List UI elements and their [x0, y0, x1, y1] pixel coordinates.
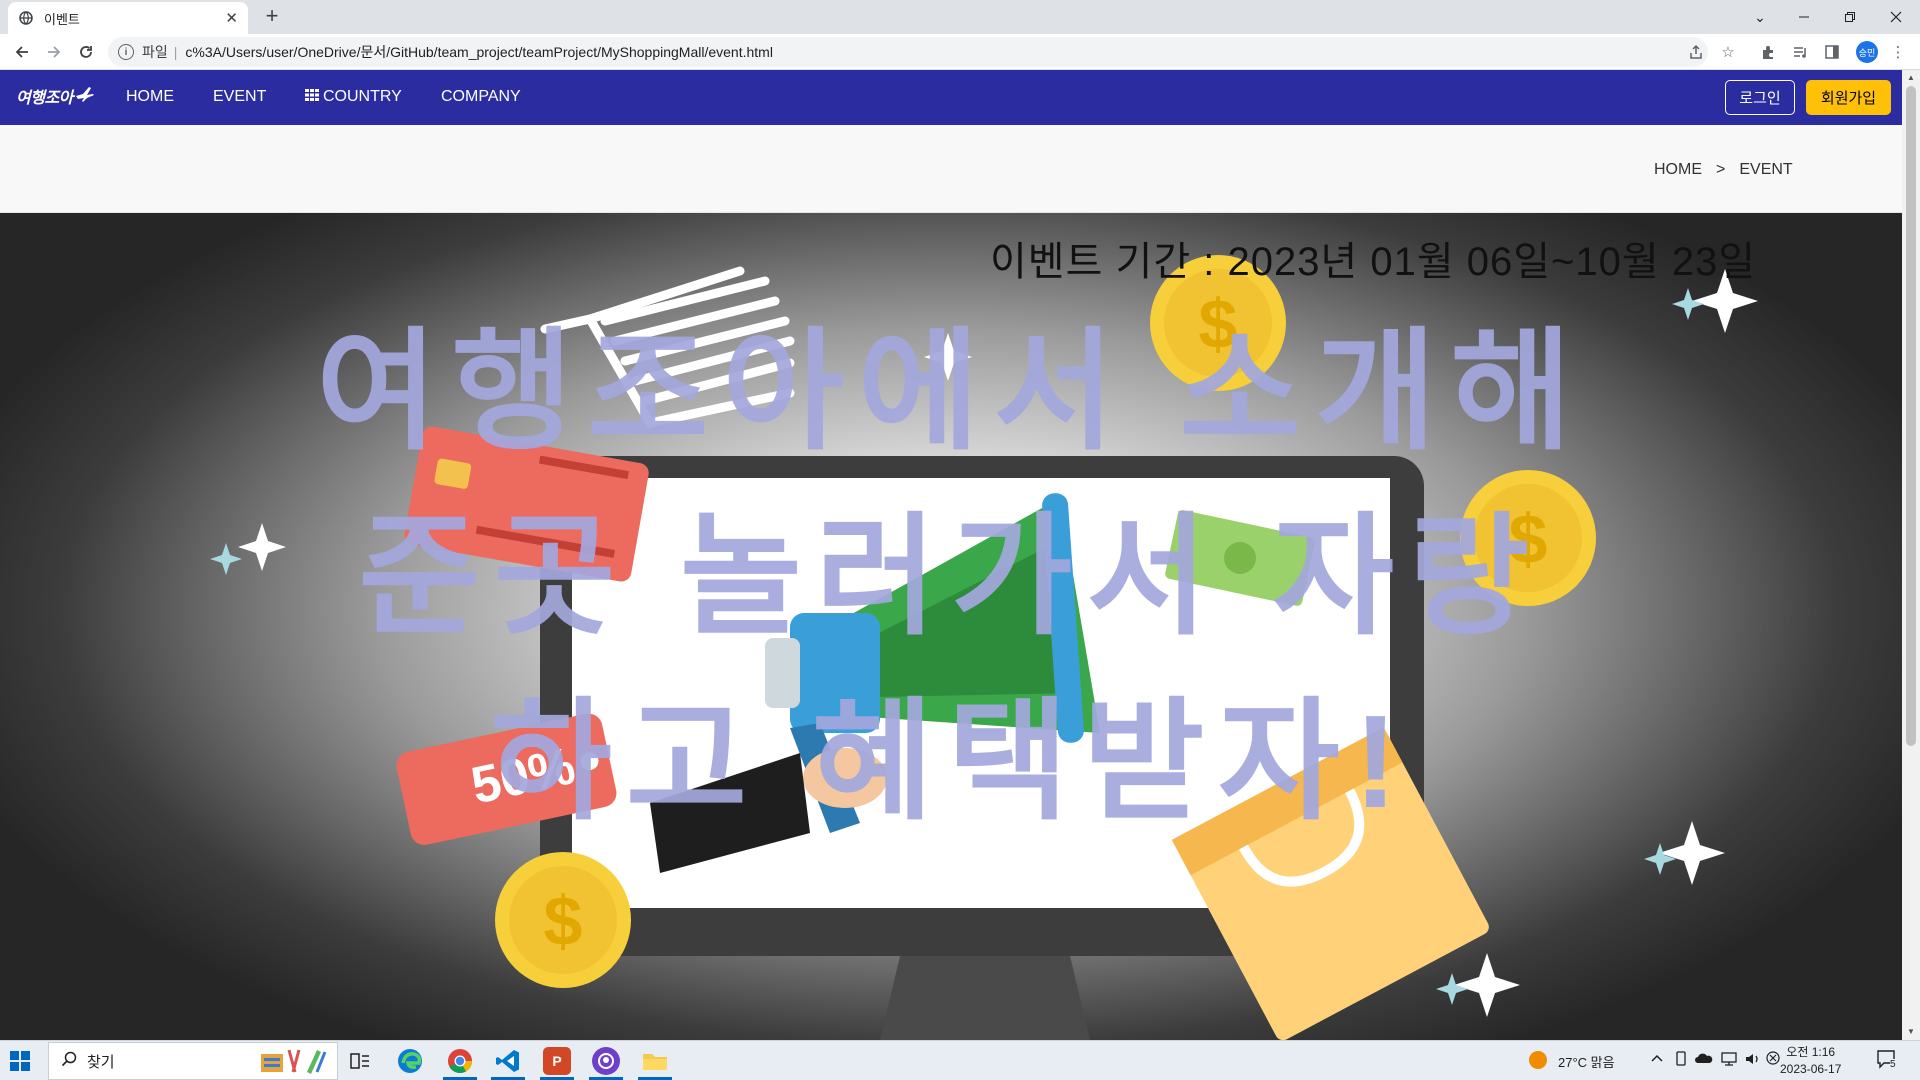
menu-dots-icon[interactable]: ⋮ — [1888, 42, 1908, 62]
grid-icon — [305, 88, 319, 106]
taskbar-search[interactable]: 찾기 — [48, 1042, 338, 1080]
notification-center-icon[interactable]: 5 — [1876, 1049, 1900, 1071]
close-window-icon[interactable] — [1882, 4, 1910, 30]
tab-title: 이벤트 — [44, 11, 80, 27]
nav-event[interactable]: EVENT — [213, 88, 266, 106]
svg-text:$: $ — [544, 882, 583, 960]
scrollbar-thumb[interactable] — [1906, 86, 1916, 746]
address-bar[interactable]: i 파일 | c%3A/Users/user/OneDrive/문서/GitHu… — [108, 37, 1708, 67]
side-panel-icon[interactable] — [1822, 42, 1842, 62]
logo-text: 여행조아 — [16, 90, 73, 107]
nav-country-label: COUNTRY — [323, 88, 402, 105]
site-navbar: 여행조아 HOME EVENT COUNTRY COMPANY 로그인 회원가입 — [0, 70, 1902, 125]
tab-search-icon[interactable]: ⌄ — [1746, 4, 1774, 30]
powerpoint-icon[interactable]: P — [543, 1047, 571, 1075]
site-logo[interactable]: 여행조아 — [16, 84, 95, 108]
nav-home[interactable]: HOME — [126, 88, 174, 106]
media-queue-icon[interactable] — [1790, 42, 1810, 62]
restore-icon[interactable] — [1836, 4, 1864, 30]
minimize-icon[interactable] — [1790, 4, 1818, 30]
browser-tabstrip: 이벤트 ✕ + ⌄ — [0, 0, 1920, 34]
extensions-icon[interactable] — [1758, 42, 1778, 62]
weather-text[interactable]: 27°C 맑음 — [1558, 1052, 1615, 1071]
task-view-icon[interactable] — [346, 1047, 374, 1075]
vscode-icon[interactable] — [494, 1047, 522, 1075]
tray-chevron-up-icon[interactable] — [1650, 1051, 1664, 1068]
reload-icon[interactable] — [74, 40, 98, 64]
event-banner: 50% $ $ $ 이벤트 기간: 2023년 01월 06일~10월 23일… — [0, 213, 1902, 1040]
airplane-icon — [75, 86, 95, 107]
scroll-down-icon[interactable]: ▼ — [1902, 1024, 1920, 1040]
info-icon[interactable]: i — [118, 44, 134, 60]
signup-button[interactable]: 회원가입 — [1806, 80, 1891, 115]
address-url[interactable]: c%3A/Users/user/OneDrive/문서/GitHub/team_… — [185, 42, 773, 62]
bookmark-star-icon[interactable]: ☆ — [1718, 42, 1738, 62]
headline-line-1: 여행조아에서 소개해 — [316, 318, 1586, 465]
windows-taskbar: 찾기 P 27°C 맑음 오전 1:16 2023-06-17 5 — [0, 1040, 1920, 1080]
new-tab-button[interactable]: + — [260, 5, 284, 29]
volume-icon[interactable] — [1744, 1051, 1762, 1070]
windows-start-icon[interactable] — [10, 1051, 30, 1071]
search-icon — [61, 1051, 77, 1071]
profile-avatar[interactable]: 승민 — [1856, 41, 1878, 63]
scroll-up-icon[interactable]: ▲ — [1902, 70, 1920, 86]
coin-illustration-3: $ — [495, 852, 631, 988]
breadcrumb-bar: HOME > EVENT — [0, 125, 1902, 213]
breadcrumb-current: EVENT — [1739, 161, 1793, 178]
onedrive-cloud-icon[interactable] — [1694, 1051, 1714, 1068]
globe-icon — [18, 10, 34, 26]
login-button[interactable]: 로그인 — [1725, 80, 1795, 115]
edge-icon[interactable] — [396, 1047, 424, 1075]
taskbar-clock[interactable]: 오전 1:16 2023-06-17 — [1780, 1044, 1841, 1078]
nav-country[interactable]: COUNTRY — [305, 88, 402, 106]
chrome-icon[interactable] — [446, 1047, 474, 1075]
search-highlight-icon — [259, 1046, 329, 1076]
headline-line-3: 하고 혜택받자! — [490, 688, 1412, 835]
browser-toolbar: i 파일 | c%3A/Users/user/OneDrive/문서/GitHu… — [0, 34, 1920, 70]
breadcrumb-separator: > — [1716, 161, 1726, 178]
network-icon[interactable] — [1720, 1051, 1738, 1070]
address-scheme: 파일 — [142, 44, 168, 60]
weather-sun-icon[interactable] — [1528, 1050, 1548, 1073]
tray-device-icon[interactable] — [1674, 1051, 1688, 1070]
status-blocked-icon[interactable] — [1766, 1051, 1780, 1068]
github-desktop-icon[interactable] — [592, 1047, 620, 1075]
page-scrollbar[interactable]: ▲ ▼ — [1902, 70, 1920, 1040]
page-viewport: 여행조아 HOME EVENT COUNTRY COMPANY 로그인 회원가입… — [0, 70, 1902, 1040]
notification-count: 5 — [1890, 1059, 1896, 1070]
tab-close-icon[interactable]: ✕ — [225, 9, 238, 27]
address-separator: | — [173, 44, 178, 60]
taskbar-search-placeholder: 찾기 — [87, 1053, 115, 1071]
browser-tab[interactable]: 이벤트 ✕ — [8, 2, 248, 34]
breadcrumb: HOME > EVENT — [1654, 161, 1793, 179]
breadcrumb-home[interactable]: HOME — [1654, 161, 1702, 179]
share-icon[interactable] — [1686, 42, 1706, 62]
clock-date: 2023-06-17 — [1780, 1062, 1842, 1076]
forward-icon[interactable] — [42, 40, 66, 64]
nav-company[interactable]: COMPANY — [441, 88, 521, 106]
back-icon[interactable] — [10, 40, 34, 64]
event-period: 이벤트 기간 : 2023년 01월 06일~10월 23일 — [990, 240, 1757, 284]
clock-time: 오전 1:16 — [1786, 1045, 1836, 1059]
file-explorer-icon[interactable] — [641, 1047, 669, 1075]
headline-line-2: 준곳 놀러가서 자랑 — [358, 503, 1544, 650]
